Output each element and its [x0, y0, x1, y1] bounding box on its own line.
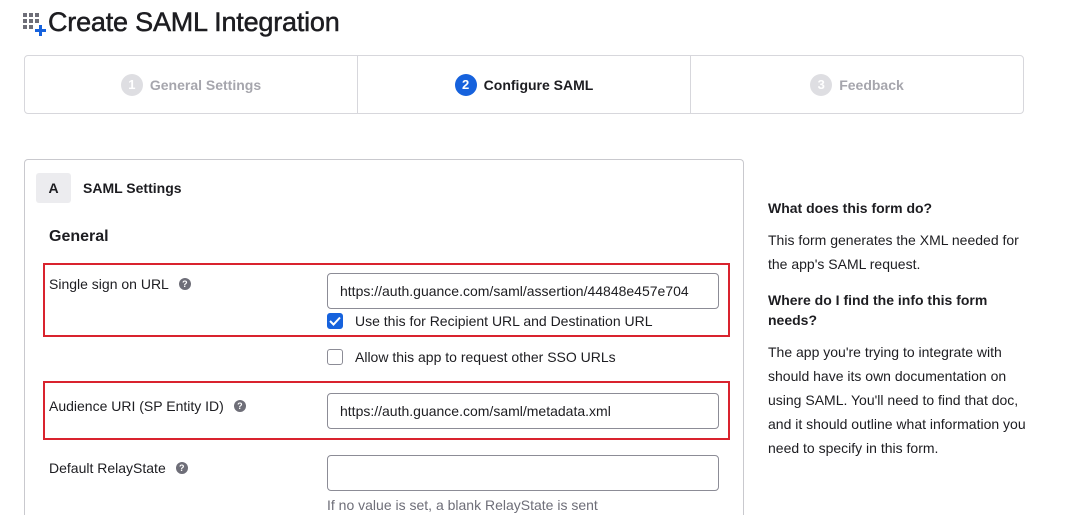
section-title: SAML Settings — [83, 180, 182, 196]
help-icon[interactable]: ? — [175, 462, 188, 474]
step-label: General Settings — [149, 76, 262, 93]
general-subheading: General — [49, 228, 109, 245]
audience-uri-highlight-box — [43, 381, 730, 440]
help-sidebar: What does this form do? This form genera… — [768, 198, 1028, 460]
app-grid-plus-icon — [22, 10, 46, 36]
sidebar-question-2: Where do I find the info this form needs… — [768, 292, 988, 328]
page-title: Create SAML Integration — [48, 6, 340, 37]
step-number-badge: 2 — [454, 73, 477, 96]
step-label: Configure SAML — [483, 76, 594, 93]
step-label: Feedback — [839, 76, 904, 93]
wizard-stepper: 1 General Settings 2 Configure SAML 3 Fe… — [24, 55, 1024, 114]
other-sso-checkbox[interactable] — [327, 349, 343, 365]
step-general-settings[interactable]: 1 General Settings — [25, 56, 357, 113]
step-feedback[interactable]: 3 Feedback — [690, 56, 1023, 113]
relay-state-hint: If no value is set, a blank RelayState i… — [327, 497, 598, 513]
other-sso-checkbox-row[interactable]: Allow this app to request other SSO URLs — [327, 349, 616, 365]
step-number-badge: 3 — [810, 73, 833, 96]
other-sso-checkbox-label: Allow this app to request other SSO URLs — [355, 349, 616, 365]
sso-url-highlight-box — [43, 263, 730, 337]
section-letter-badge: A — [36, 173, 71, 203]
relay-state-label: Default RelayState ? — [49, 460, 188, 476]
step-number-badge: 1 — [120, 73, 143, 96]
page-header: Create SAML Integration — [22, 6, 340, 38]
sidebar-answer-2: The app you're trying to integrate with … — [768, 344, 1026, 456]
sidebar-answer-1: This form generates the XML needed for t… — [768, 232, 1019, 272]
saml-settings-panel: A SAML Settings General Single sign on U… — [24, 159, 744, 515]
relay-state-input[interactable] — [327, 455, 719, 491]
sidebar-question-1: What does this form do? — [768, 200, 933, 216]
step-configure-saml[interactable]: 2 Configure SAML — [357, 56, 690, 113]
